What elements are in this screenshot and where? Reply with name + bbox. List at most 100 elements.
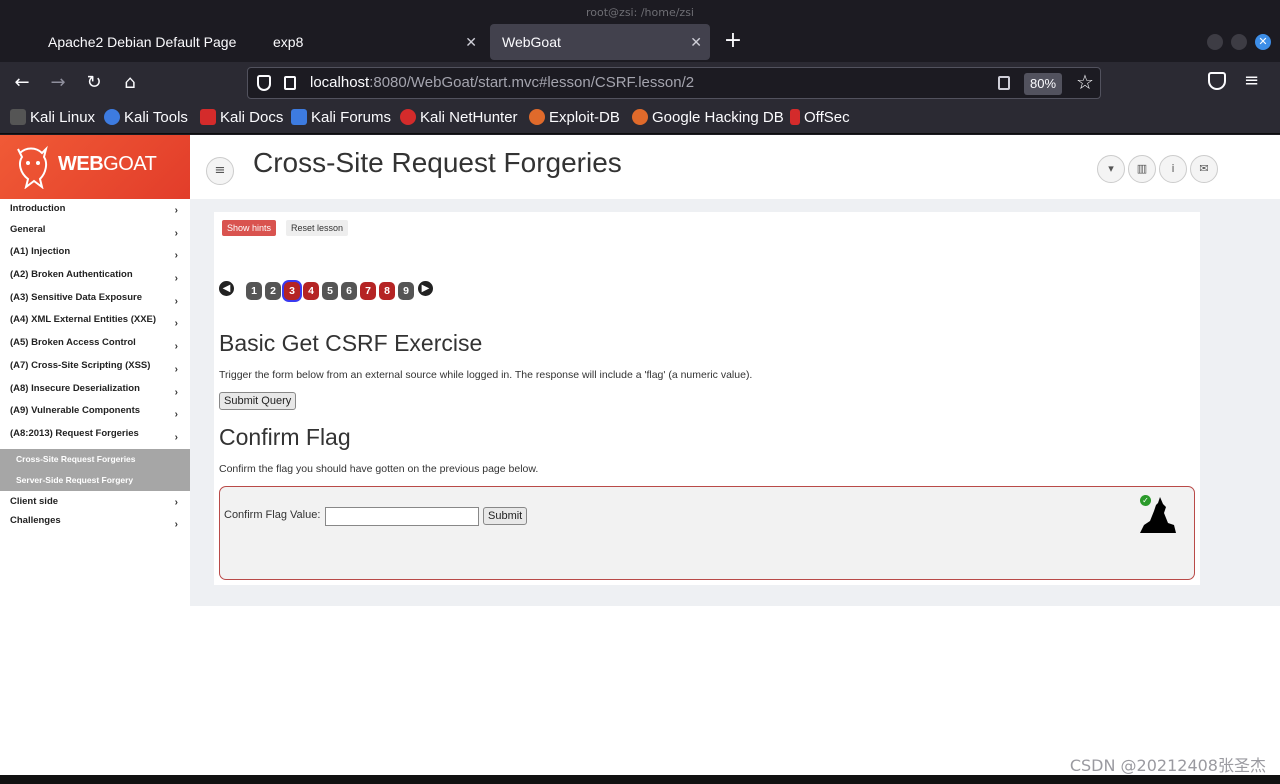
- menu-toggle-button[interactable]: ≡: [206, 157, 234, 185]
- tab-webgoat[interactable]: WebGoat ✕: [490, 24, 710, 60]
- show-hints-button[interactable]: Show hints: [222, 220, 277, 236]
- goat-logo-icon: [17, 145, 48, 189]
- flag-input[interactable]: [325, 507, 479, 526]
- sidebar-item-request-forgeries[interactable]: (A8:2013) Request Forgeries ›: [0, 426, 190, 449]
- submit-flag-button[interactable]: Submit: [483, 507, 528, 525]
- bookmark-kali-tools[interactable]: Kali Tools: [104, 104, 188, 132]
- sidebar: Introduction › General › (A1) Injection › (…: [0, 199, 190, 607]
- chevron-right-icon: ›: [174, 295, 178, 307]
- close-icon[interactable]: ✕: [690, 24, 702, 60]
- lesson-page-button[interactable]: 1: [246, 282, 262, 300]
- next-page-icon[interactable]: ▶: [418, 281, 433, 296]
- sidebar-item-label: (A4) XML External Entities (XXE): [10, 314, 157, 326]
- tab-apache-close[interactable]: [236, 24, 266, 60]
- chevron-right-icon: ›: [174, 386, 178, 398]
- sidebar-item-client-side[interactable]: Client side ›: [0, 491, 190, 514]
- tab-label: Apache2 Debian Default Page: [48, 34, 237, 50]
- sidebar-subitem-csrf[interactable]: Cross-Site Request Forgeries: [0, 448, 190, 470]
- zoom-level[interactable]: 80%: [1024, 73, 1063, 95]
- sidebar-item-label: (A7) Cross-Site Scripting (XSS): [10, 359, 151, 371]
- exploit-db-icon: [529, 109, 545, 125]
- bookmark-kali-nethunter[interactable]: Kali NetHunter: [400, 104, 518, 132]
- page-title: Cross-Site Request Forgeries: [253, 147, 622, 178]
- lesson-page-button[interactable]: 3: [284, 282, 300, 300]
- sidebar-item-sensitive-data[interactable]: (A3) Sensitive Data Exposure ›: [0, 290, 190, 313]
- sidebar-item-label: Client side: [10, 495, 59, 507]
- tab-apache[interactable]: Apache2 Debian Default Page: [36, 24, 270, 60]
- kali-forums-icon: [291, 109, 307, 125]
- back-icon[interactable]: ←: [10, 72, 34, 96]
- sidebar-item-challenges[interactable]: Challenges ›: [0, 513, 190, 536]
- bookmark-ghdb[interactable]: Google Hacking DB: [632, 104, 784, 132]
- lesson-page-button[interactable]: 2: [265, 282, 281, 300]
- chevron-right-icon: ›: [174, 341, 178, 353]
- reset-lesson-button[interactable]: Reset lesson: [286, 220, 349, 236]
- sidebar-item-xss[interactable]: (A7) Cross-Site Scripting (XSS) ›: [0, 358, 190, 381]
- tab-label: exp8: [273, 34, 304, 50]
- sidebar-item-general[interactable]: General ›: [0, 222, 190, 245]
- chevron-right-icon: ›: [174, 250, 178, 262]
- sidebar-item-label: General: [10, 223, 46, 235]
- pocket-icon[interactable]: [1208, 72, 1226, 90]
- bookmark-kali-docs[interactable]: Kali Docs: [200, 104, 283, 132]
- user-menu-button[interactable]: ▾: [1097, 155, 1125, 183]
- lesson-page-button[interactable]: 6: [341, 282, 357, 300]
- sidebar-item-label: (A3) Sensitive Data Exposure: [10, 291, 142, 303]
- nav-bar: ← → ↻ ⌂ localhost:8080/WebGoat/start.mvc…: [0, 62, 1280, 104]
- contact-button[interactable]: ✉: [1190, 155, 1218, 183]
- sidebar-item-broken-auth[interactable]: (A2) Broken Authentication ›: [0, 267, 190, 290]
- confirm-flag-form: Confirm Flag Value: Submit ✓: [219, 486, 1195, 580]
- prev-page-icon[interactable]: ◀: [219, 281, 234, 296]
- section-text-confirm-flag: Confirm the flag you should have gotten …: [219, 463, 539, 475]
- lesson-page-button[interactable]: 5: [322, 282, 338, 300]
- chevron-right-icon: ›: [174, 496, 178, 508]
- bookmark-offsec[interactable]: OffSec: [790, 104, 850, 132]
- reload-icon[interactable]: ↻: [82, 72, 106, 96]
- lesson-page-button[interactable]: 8: [379, 282, 395, 300]
- bookmark-kali-linux[interactable]: Kali Linux: [10, 104, 95, 132]
- forward-icon[interactable]: →: [46, 72, 70, 96]
- about-button[interactable]: i: [1159, 155, 1187, 183]
- url-text[interactable]: localhost:8080/WebGoat/start.mvc#lesson/…: [310, 68, 694, 98]
- bookmark-label: Kali Tools: [124, 109, 188, 126]
- section-title-basic-csrf: Basic Get CSRF Exercise: [219, 330, 483, 356]
- webgoat-logo[interactable]: WEBGOAT: [0, 135, 190, 199]
- maximize-icon[interactable]: [1231, 34, 1247, 50]
- os-window-title: root@zsi: /home/zsi: [0, 0, 1280, 22]
- sidebar-item-deserialization[interactable]: (A8) Insecure Deserialization ›: [0, 381, 190, 404]
- reader-view-icon[interactable]: [998, 76, 1010, 90]
- menu-icon[interactable]: ≡: [1244, 70, 1259, 91]
- lesson-page-button[interactable]: 7: [360, 282, 376, 300]
- chevron-right-icon: ›: [174, 519, 178, 531]
- close-window-icon[interactable]: ✕: [1255, 34, 1271, 50]
- bookmark-exploit-db[interactable]: Exploit-DB: [529, 104, 620, 132]
- sidebar-item-vulnerable-components[interactable]: (A9) Vulnerable Components ›: [0, 403, 190, 426]
- home-icon[interactable]: ⌂: [118, 72, 142, 96]
- kali-dragon-icon: [10, 109, 26, 125]
- close-icon[interactable]: ✕: [465, 24, 477, 60]
- sidebar-item-access-control[interactable]: (A5) Broken Access Control ›: [0, 335, 190, 358]
- flag-label: Confirm Flag Value:: [224, 509, 321, 521]
- submit-query-button[interactable]: Submit Query: [219, 392, 297, 410]
- sidebar-item-introduction[interactable]: Introduction ›: [0, 199, 190, 222]
- page-info-icon[interactable]: [284, 76, 296, 90]
- sidebar-item-xxe[interactable]: (A4) XML External Entities (XXE) ›: [0, 312, 190, 335]
- sidebar-item-injection[interactable]: (A1) Injection ›: [0, 244, 190, 267]
- bookmark-star-icon[interactable]: ☆: [1076, 70, 1094, 94]
- lesson-page-button[interactable]: 9: [398, 282, 414, 300]
- sidebar-item-label: Introduction: [10, 203, 66, 214]
- shield-icon[interactable]: [257, 75, 271, 91]
- bookmark-label: Google Hacking DB: [652, 109, 784, 126]
- sidebar-item-label: (A8:2013) Request Forgeries: [10, 427, 139, 439]
- lesson-page-button[interactable]: 4: [303, 282, 319, 300]
- tab-exp8[interactable]: exp8 ✕: [261, 24, 485, 60]
- minimize-icon[interactable]: [1207, 34, 1223, 50]
- url-bar[interactable]: localhost:8080/WebGoat/start.mvc#lesson/…: [247, 67, 1101, 99]
- section-title-confirm-flag: Confirm Flag: [219, 424, 351, 450]
- sidebar-subitem-ssrf[interactable]: Server-Side Request Forgery: [0, 469, 190, 491]
- terminal-strip: [0, 775, 1280, 784]
- sidebar-item-label: (A1) Injection: [10, 246, 71, 258]
- new-tab-button[interactable]: +: [722, 22, 744, 62]
- bookmark-kali-forums[interactable]: Kali Forums: [291, 104, 391, 132]
- report-card-button[interactable]: ▥: [1128, 155, 1156, 183]
